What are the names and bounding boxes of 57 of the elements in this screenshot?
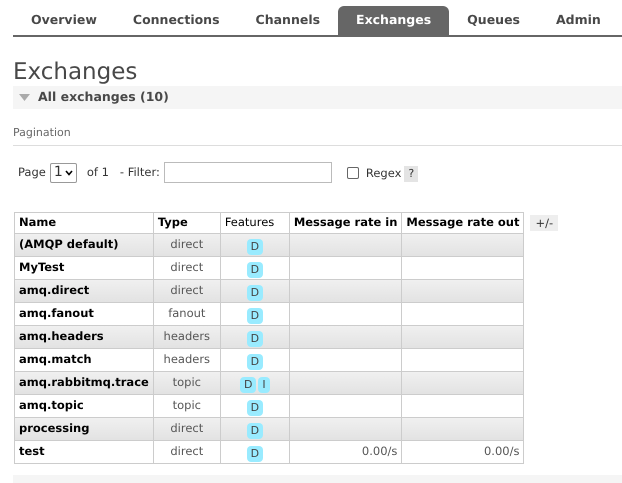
exchange-type: topic (153, 394, 220, 417)
column-header[interactable]: Type (153, 212, 220, 233)
exchange-type: headers (153, 348, 220, 371)
nav-tab[interactable]: Admin (538, 6, 619, 35)
exchange-type: topic (153, 371, 220, 394)
feature-badge: D (246, 308, 264, 324)
exchange-type: direct (153, 256, 220, 279)
exchange-name: amq.direct (14, 279, 154, 302)
feature-badge: D (246, 262, 264, 278)
exchange-name: amq.topic (14, 394, 154, 417)
feature-badge: I (258, 376, 270, 392)
filter-field[interactable] (164, 162, 332, 183)
exchange-name: amq.match (14, 348, 154, 371)
exchange-name: amq.rabbitmq.trace (14, 371, 154, 394)
nav-tab[interactable]: Channels (238, 6, 338, 35)
page-count: of 1 (86, 164, 109, 181)
feature-badge: D (240, 376, 256, 392)
regex-label: Regex (366, 164, 402, 182)
column-header[interactable]: Features (220, 212, 290, 233)
feature-badge: D (246, 330, 264, 346)
feature-badge: D (246, 400, 264, 416)
exchange-name: processing (14, 417, 154, 440)
column-header[interactable]: Name (14, 212, 154, 233)
nav-tab[interactable]: Queues (449, 6, 538, 35)
exchange-type: direct (153, 417, 220, 440)
nav-tab[interactable]: Overview (13, 6, 115, 35)
rate-out: 0.00/s (402, 440, 524, 463)
feature-badge: D (246, 354, 264, 370)
exchange-name: amq.headers (14, 325, 154, 348)
page-title: Exchanges (13, 58, 138, 86)
exchange-name: amq.fanout (14, 302, 154, 325)
page-select[interactable]: 1 (50, 162, 77, 182)
exchange-type: direct (153, 440, 220, 463)
exchange-name: (AMQP default) (14, 233, 154, 256)
exchange-name: MyTest (14, 256, 154, 279)
feature-badge: D (246, 284, 264, 300)
feature-badge: D (246, 238, 264, 254)
exchange-type: fanout (153, 302, 220, 325)
caret-icon (64, 170, 73, 176)
section-header[interactable]: All exchanges (10) (13, 86, 622, 109)
rate-in: 0.00/s (289, 440, 402, 463)
pagination-heading: Pagination (13, 125, 622, 146)
nav-tab[interactable]: Exchanges (338, 6, 450, 35)
exchange-type: headers (153, 325, 220, 348)
column-header[interactable]: Message rate in (289, 212, 402, 233)
feature-badge: D (246, 422, 264, 438)
column-toggle-button[interactable]: +/- (530, 214, 558, 230)
column-header[interactable]: Message rate out (402, 212, 524, 233)
filter-label: - Filter: (120, 164, 160, 181)
regex-checkbox[interactable] (346, 166, 359, 178)
help-button[interactable]: ? (404, 166, 418, 182)
exchange-name: test (14, 440, 154, 463)
exchange-type: direct (153, 279, 220, 302)
feature-badge: D (246, 446, 264, 462)
exchange-type: direct (153, 233, 220, 256)
page-label: Page (18, 164, 46, 181)
nav-tab[interactable]: Connections (114, 6, 238, 35)
